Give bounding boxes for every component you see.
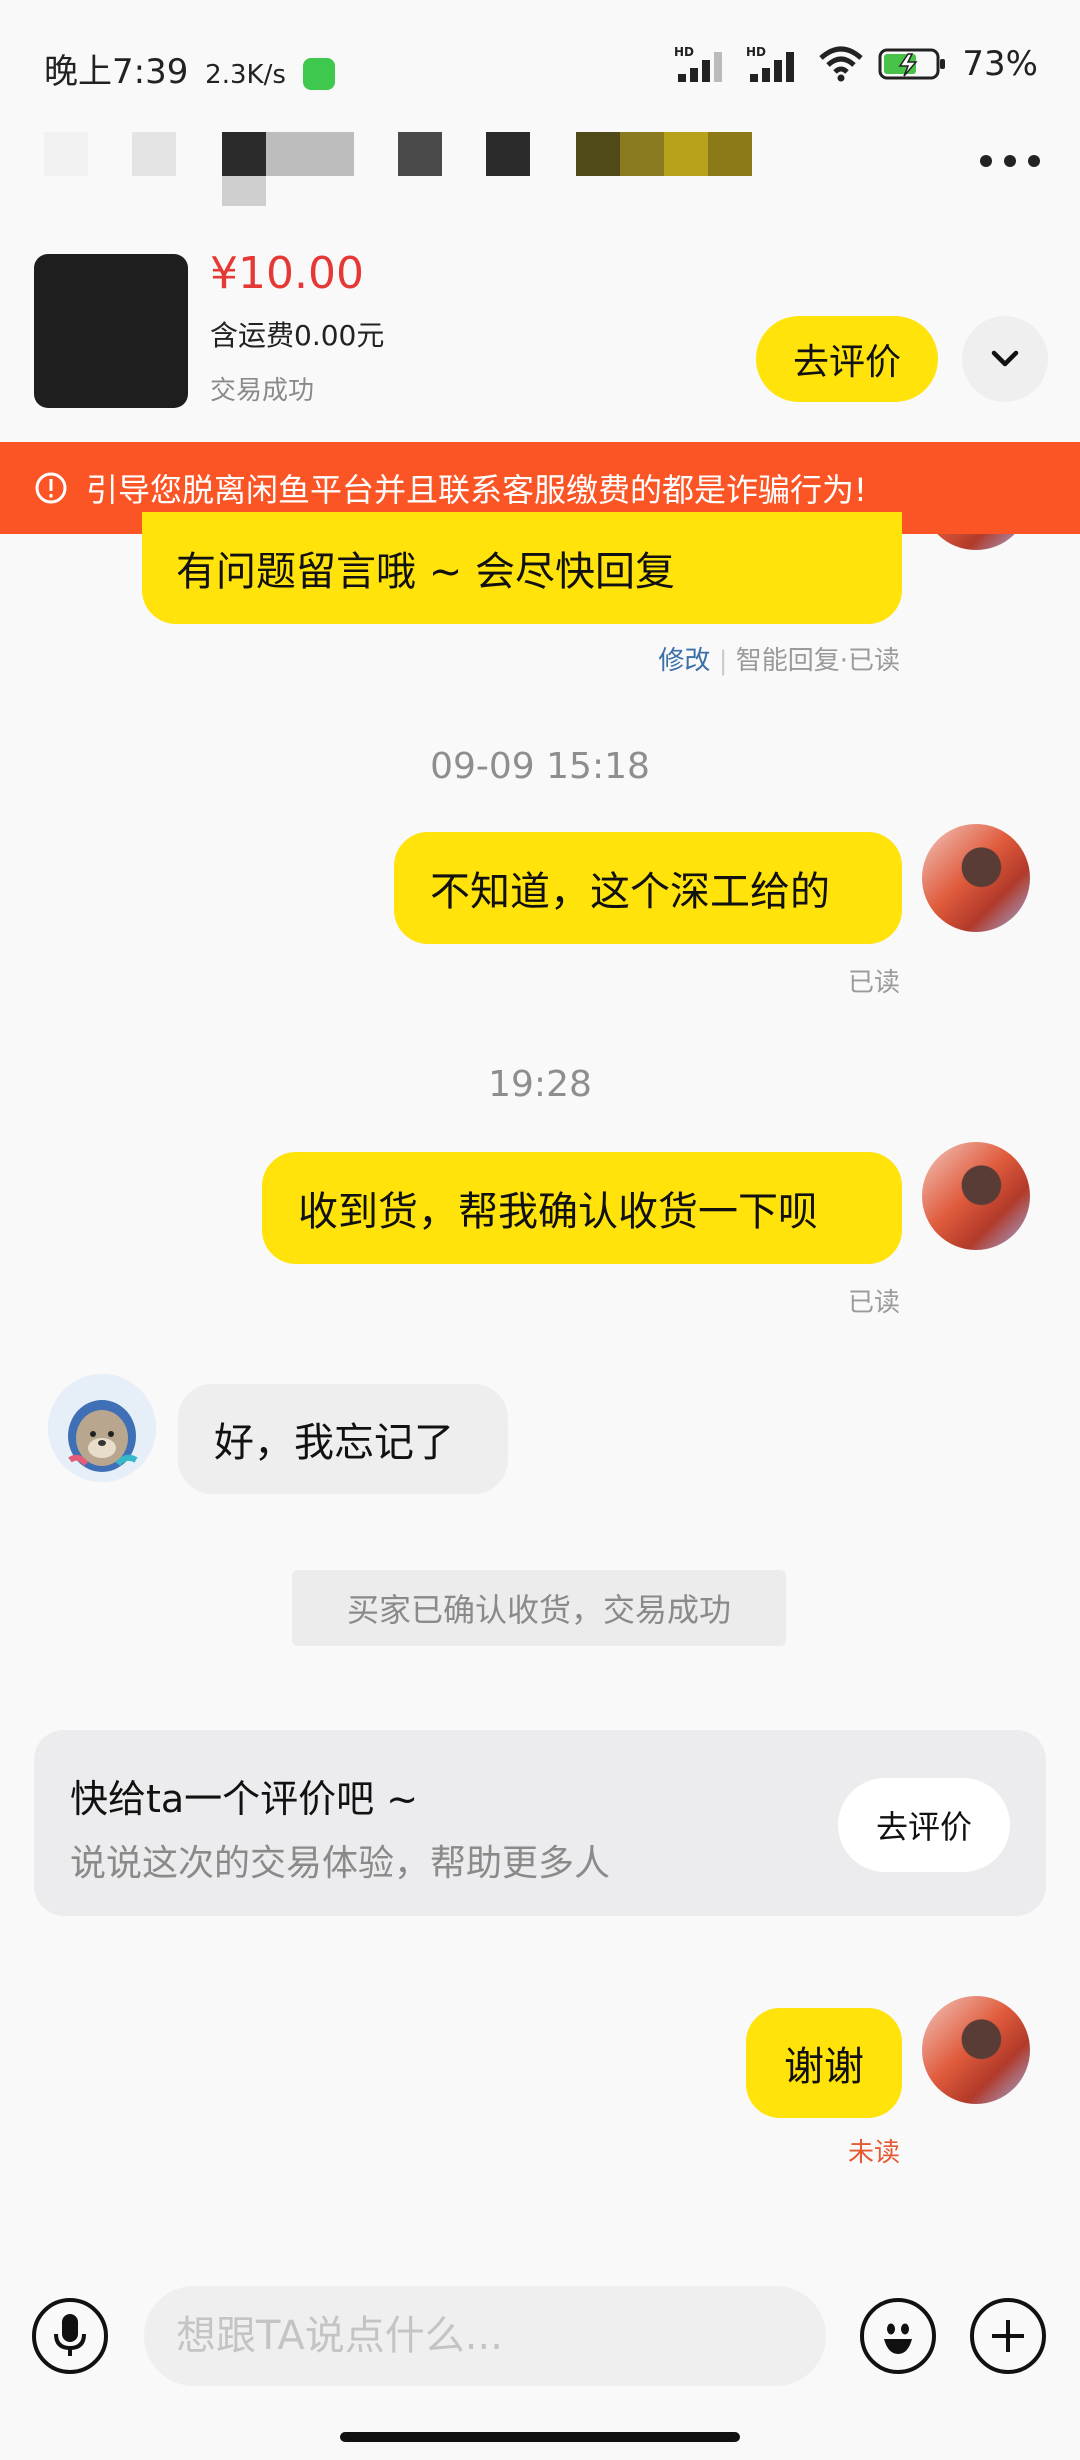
app-notification-icon — [302, 57, 335, 90]
product-shipping: 含运费0.00元 — [210, 319, 385, 352]
review-button[interactable]: 去评价 — [756, 316, 938, 402]
plus-icon — [992, 2320, 1024, 2352]
my-avatar[interactable] — [922, 1142, 1030, 1250]
fraud-warning-text: 引导您脱离闲鱼平台并且联系客服缴费的都是诈骗行为! — [86, 471, 867, 509]
microphone-icon — [54, 2314, 86, 2356]
emoji-icon — [884, 2323, 912, 2354]
network-speed: 2.3K/s — [205, 60, 286, 90]
edit-link[interactable]: 修改 — [658, 646, 710, 676]
message-bubble-auto-reply[interactable]: 有问题留言哦 ~ 会尽快回复 — [142, 512, 902, 624]
expand-button[interactable] — [962, 316, 1048, 402]
review-card-subtitle: 说说这次的交易体验，帮助更多人 — [70, 1843, 611, 1884]
status-time: 晚上7:39 2.3K/s — [44, 44, 335, 93]
message-text: 好，我忘记了 — [214, 1420, 454, 1466]
message-text: 有问题留言哦 ~ 会尽快回复 — [176, 549, 675, 595]
message-bubble-received[interactable]: 好，我忘记了 — [178, 1384, 508, 1494]
review-card-button[interactable]: 去评价 — [838, 1778, 1010, 1872]
message-meta: 修改 | 智能回复·已读 — [658, 646, 900, 676]
wifi-icon — [819, 46, 864, 82]
dot-icon — [1028, 155, 1040, 167]
my-avatar[interactable] — [922, 824, 1030, 932]
seal-mascot-icon — [48, 1374, 156, 1482]
read-status: 已读 — [847, 1288, 900, 1318]
status-time-text: 晚上7:39 — [44, 52, 189, 92]
signal-hd-icon-2: HD — [746, 45, 795, 82]
message-text: 谢谢 — [784, 2044, 864, 2090]
system-notice: 买家已确认收货，交易成功 — [292, 1570, 786, 1646]
more-actions-button[interactable] — [970, 2298, 1046, 2374]
peer-avatar[interactable] — [48, 1374, 156, 1482]
battery-percent: 73% — [962, 44, 1038, 84]
dot-icon — [1004, 155, 1016, 167]
my-avatar[interactable] — [922, 1996, 1030, 2104]
dot-icon — [980, 155, 992, 167]
chevron-down-icon — [991, 350, 1019, 367]
unread-status: 未读 — [847, 2138, 900, 2168]
timestamp: 19:28 — [488, 1064, 592, 1105]
battery-icon — [878, 48, 946, 80]
message-bubble-sent[interactable]: 不知道，这个深工给的 — [394, 832, 902, 944]
message-text: 收到货，帮我确认收货一下呗 — [298, 1189, 818, 1235]
message-text: 不知道，这个深工给的 — [430, 869, 830, 915]
signal-hd-icon: HD — [674, 45, 723, 82]
voice-button[interactable] — [32, 2298, 108, 2374]
message-input[interactable] — [144, 2286, 826, 2386]
home-indicator[interactable] — [340, 2432, 740, 2442]
status-icons: HD HD 73% — [674, 44, 1038, 84]
alert-circle-icon — [35, 472, 67, 504]
read-status: 已读 — [847, 968, 900, 998]
product-thumbnail[interactable] — [34, 254, 188, 408]
svg-text:HD: HD — [746, 45, 766, 59]
message-bubble-sent[interactable]: 谢谢 — [746, 2008, 902, 2118]
product-price: ¥10.00 — [210, 248, 364, 299]
svg-text:HD: HD — [674, 45, 694, 59]
timestamp: 09-09 15:18 — [430, 746, 650, 787]
trade-status: 交易成功 — [210, 376, 315, 406]
emoji-button[interactable] — [860, 2298, 936, 2374]
read-status: 智能回复·已读 — [735, 646, 900, 676]
review-card-title: 快给ta一个评价吧 ~ — [70, 1777, 419, 1821]
more-options-button[interactable] — [980, 146, 1040, 176]
message-bubble-sent[interactable]: 收到货，帮我确认收货一下呗 — [262, 1152, 902, 1264]
